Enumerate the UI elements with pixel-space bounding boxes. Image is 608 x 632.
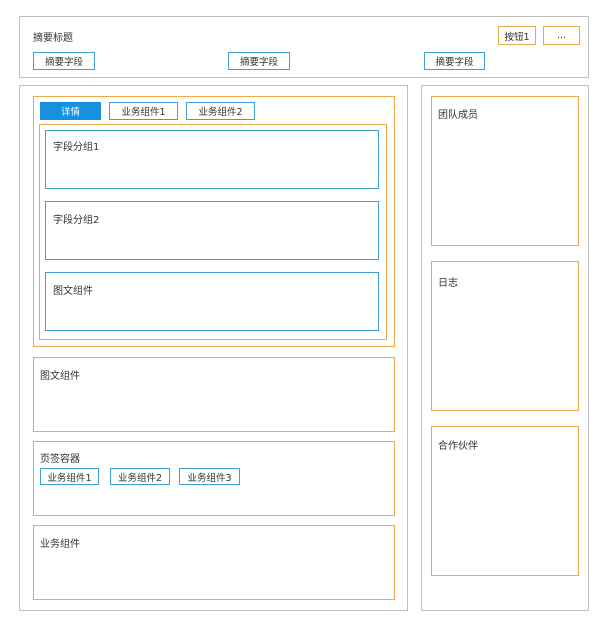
tab-business-component-1[interactable]: 业务组件1 (109, 102, 178, 120)
business-component: 业务组件 (33, 525, 395, 600)
tab-business-component-2[interactable]: 业务组件2 (186, 102, 255, 120)
tab-container-business-3[interactable]: 业务组件3 (179, 468, 240, 485)
tab-container-title: 页签容器 (40, 454, 80, 465)
summary-header: 摘要标题 按钮1 ... 摘要字段 摘要字段 摘要字段 (19, 16, 589, 78)
field-group-2-title: 字段分组2 (53, 215, 100, 226)
summary-field-1: 摘要字段 (33, 52, 95, 70)
partners-title: 合作伙伴 (438, 441, 478, 452)
more-button[interactable]: ... (543, 26, 580, 45)
log-panel: 日志 (431, 261, 579, 411)
button1[interactable]: 按钮1 (498, 26, 536, 45)
image-text-component: 图文组件 (33, 357, 395, 432)
image-text-component-inner: 图文组件 (45, 272, 379, 331)
image-text-title: 图文组件 (40, 371, 80, 382)
summary-field-2: 摘要字段 (228, 52, 290, 70)
log-title: 日志 (438, 278, 458, 289)
tab-container: 页签容器 业务组件1 业务组件2 业务组件3 (33, 441, 395, 516)
team-members-title: 团队成员 (438, 110, 478, 121)
tab-detail[interactable]: 详情 (40, 102, 101, 120)
team-members-panel: 团队成员 (431, 96, 579, 246)
summary-title: 摘要标题 (33, 33, 73, 44)
partners-panel: 合作伙伴 (431, 426, 579, 576)
field-group-2: 字段分组2 (45, 201, 379, 260)
image-text-inner-title: 图文组件 (53, 286, 93, 297)
field-group-1: 字段分组1 (45, 130, 379, 189)
field-group-1-title: 字段分组1 (53, 142, 100, 153)
business-component-title: 业务组件 (40, 539, 80, 550)
summary-field-3: 摘要字段 (424, 52, 485, 70)
tab-container-business-1[interactable]: 业务组件1 (40, 468, 99, 485)
tab-container-business-2[interactable]: 业务组件2 (110, 468, 170, 485)
